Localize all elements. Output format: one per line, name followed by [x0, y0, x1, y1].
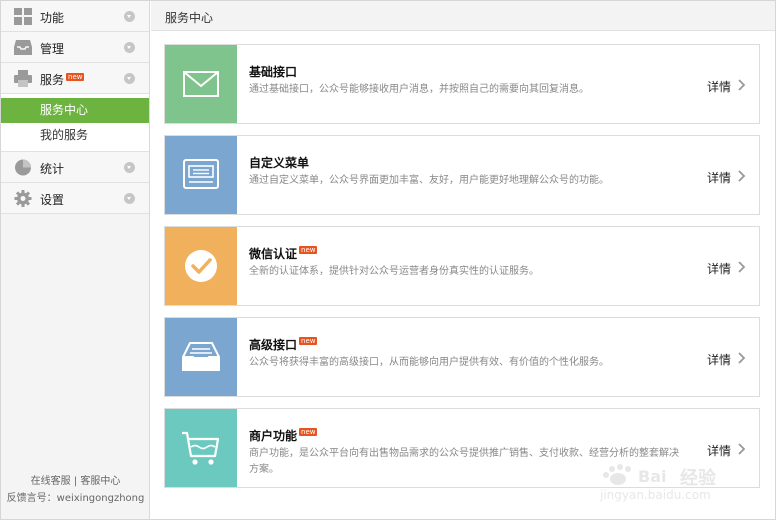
inbox-icon	[14, 40, 32, 55]
card-description: 公众号将获得丰富的高级接口，从而能够向用户提供有效、有价值的个性化服务。	[249, 357, 609, 368]
new-badge: new	[299, 337, 318, 345]
service-subnav: 服务中心 我的服务	[1, 94, 149, 152]
sidebar-footer: 在线客服 | 客服中心 反馈言号：weixingongzhong	[1, 473, 150, 507]
new-badge: new	[299, 246, 318, 254]
service-card-list: 基础接口 通过基础接口，公众号能够接收用户消息，并按照自己的需要向其回复消息。 …	[164, 44, 760, 499]
card-description: 通过基础接口，公众号能够接收用户消息，并按照自己的需要向其回复消息。	[249, 84, 589, 95]
card-thumbnail	[165, 409, 237, 487]
printer-icon	[14, 70, 32, 87]
help-center-link[interactable]: 客服中心	[80, 476, 120, 487]
chevron-right-icon	[738, 170, 746, 182]
mail-icon	[183, 71, 219, 97]
footer-separator: |	[73, 476, 78, 487]
card-thumbnail	[165, 136, 237, 214]
details-link[interactable]: 详情	[707, 442, 731, 459]
service-card-advanced-interface[interactable]: 高级接口 new 公众号将获得丰富的高级接口，从而能够向用户提供有效、有价值的个性…	[164, 317, 760, 397]
online-service-link[interactable]: 在线客服	[31, 476, 71, 487]
subnav-item-service-center[interactable]: 服务中心	[1, 98, 149, 123]
card-title: 自定义菜单	[249, 156, 310, 170]
details-link[interactable]: 详情	[707, 78, 731, 95]
check-icon	[185, 250, 217, 282]
cart-icon	[182, 431, 220, 465]
card-title-text: 商户功能	[249, 429, 298, 443]
chevron-right-icon	[738, 443, 746, 455]
gear-icon	[14, 190, 32, 207]
service-card-custom-menu[interactable]: 自定义菜单 通过自定义菜单，公众号界面更加丰富、友好，用户能更好地理解公众号的功…	[164, 135, 760, 215]
nav-group-label: 功能	[40, 11, 65, 25]
nav-group-label: 统计	[40, 162, 65, 176]
chevron-right-icon	[738, 352, 746, 364]
details-link[interactable]: 详情	[707, 260, 731, 277]
page-header: 服务中心	[151, 1, 775, 31]
new-badge: new	[299, 428, 318, 436]
nav-group-management[interactable]: 管理	[1, 32, 149, 63]
nav-group-features[interactable]: 功能	[1, 1, 149, 32]
tray-icon	[182, 342, 220, 371]
service-card-wechat-verification[interactable]: 微信认证 new 全新的认证体系，提供针对公众号运营者身份真实性的认证服务。 详情	[164, 226, 760, 306]
grid-icon	[14, 8, 32, 25]
chevron-right-icon	[738, 79, 746, 91]
subnav-item-my-services[interactable]: 我的服务	[1, 123, 149, 148]
nav-group-label: 设置	[40, 193, 65, 207]
footer-links: 在线客服 | 客服中心	[1, 473, 150, 490]
new-badge: new	[66, 73, 85, 81]
pie-chart-icon	[15, 159, 31, 176]
feedback-account: 反馈言号：weixingongzhong	[6, 493, 145, 504]
details-link[interactable]: 详情	[707, 351, 731, 368]
service-card-basic-interface[interactable]: 基础接口 通过基础接口，公众号能够接收用户消息，并按照自己的需要向其回复消息。 …	[164, 44, 760, 124]
nav-group-label: 管理	[40, 42, 65, 56]
expand-toggle-icon[interactable]	[124, 162, 135, 173]
svg-text:Bai: Bai	[638, 467, 666, 486]
baidu-jingyan-watermark: Bai 经验 jingyan.baidu.com	[594, 462, 764, 508]
details-link[interactable]: 详情	[707, 169, 731, 186]
card-title: 商户功能 new	[249, 427, 318, 444]
card-thumbnail	[165, 318, 237, 396]
nav-group-service[interactable]: 服务 new	[1, 63, 149, 94]
expand-toggle-icon[interactable]	[124, 193, 135, 204]
card-title-text: 微信认证	[249, 247, 298, 261]
page-title: 服务中心	[165, 11, 214, 25]
sidebar: 功能 管理 服务 new 服务中心 我的服务 统计 设置 在线客服 | 客服中心…	[1, 1, 150, 519]
card-description: 通过自定义菜单，公众号界面更加丰富、友好，用户能更好地理解公众号的功能。	[249, 175, 609, 186]
collapse-toggle-icon[interactable]	[124, 73, 135, 84]
card-title: 基础接口	[249, 65, 298, 79]
monitor-icon	[183, 159, 219, 189]
expand-toggle-icon[interactable]	[124, 11, 135, 22]
chevron-right-icon	[738, 261, 746, 273]
card-description: 全新的认证体系，提供针对公众号运营者身份真实性的认证服务。	[249, 266, 539, 277]
card-thumbnail	[165, 227, 237, 305]
nav-group-settings[interactable]: 设置	[1, 183, 149, 214]
card-title-text: 高级接口	[249, 338, 298, 352]
baidu-paw-logo-icon: Bai	[603, 464, 666, 486]
watermark-text: 经验	[680, 468, 716, 489]
nav-group-label: 服务 new	[40, 71, 85, 88]
card-title: 高级接口 new	[249, 336, 318, 353]
nav-group-label-text: 服务	[40, 73, 65, 87]
expand-toggle-icon[interactable]	[124, 42, 135, 53]
card-thumbnail	[165, 45, 237, 123]
watermark-url: jingyan.baidu.com	[600, 488, 711, 502]
nav-group-statistics[interactable]: 统计	[1, 152, 149, 183]
card-title: 微信认证 new	[249, 245, 318, 262]
